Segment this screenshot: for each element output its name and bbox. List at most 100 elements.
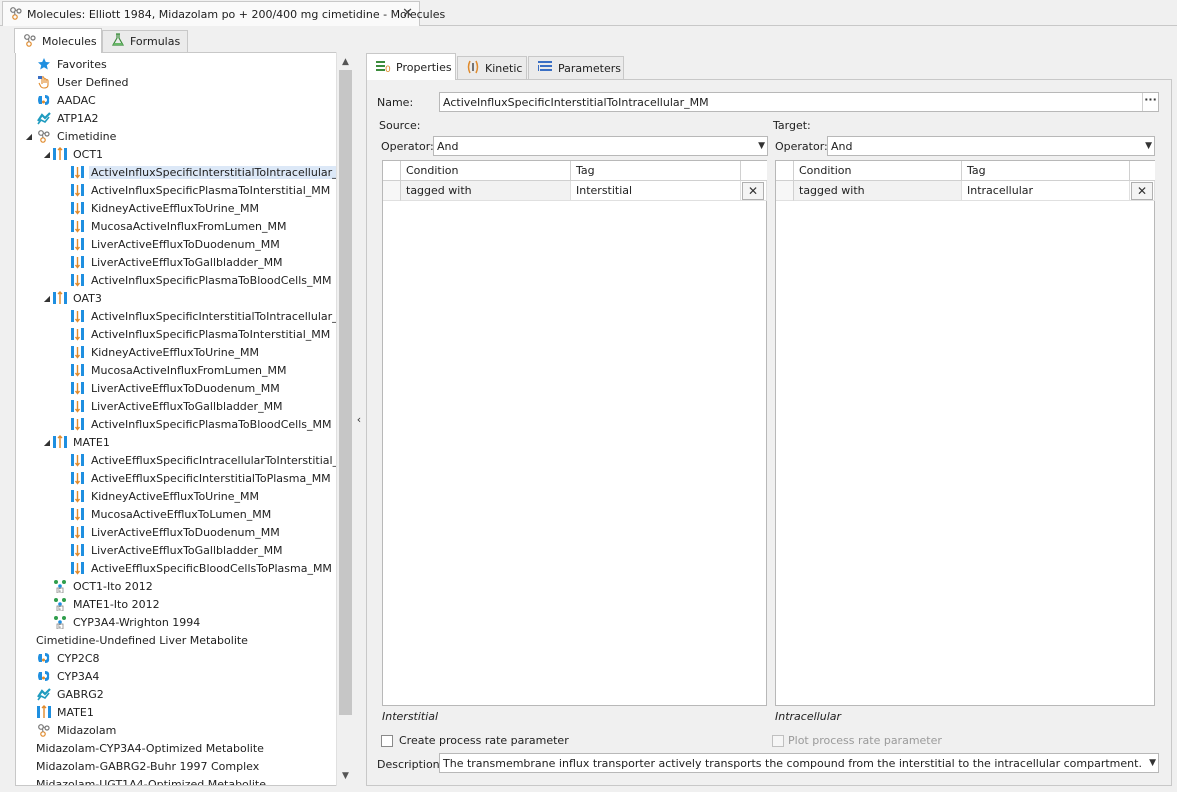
tree-item[interactable]: MATE1 xyxy=(36,703,96,721)
tree-item[interactable]: CYP3A4 xyxy=(36,667,101,685)
tree-item[interactable]: MucosaActiveEffluxToLumen_MM xyxy=(70,505,273,523)
description-field[interactable]: The transmembrane influx transporter act… xyxy=(439,753,1159,773)
tree-item[interactable]: LiverActiveEffluxToDuodenum_MM xyxy=(70,235,282,253)
condition-cell[interactable]: tagged with xyxy=(401,181,571,201)
target-operator-select[interactable]: And ▼ xyxy=(827,136,1155,156)
tab-label: Molecules xyxy=(42,34,97,48)
expand-toggle-icon[interactable]: ◢ xyxy=(24,132,34,141)
tree-item[interactable]: Midazolam-UGT1A4-Optimized Metabolite xyxy=(34,775,268,786)
tree-item[interactable]: LiverActiveEffluxToGallbladder_MM xyxy=(70,541,285,559)
tree-item[interactable]: KidneyActiveEffluxToUrine_MM xyxy=(70,343,261,361)
tree-item[interactable]: ATP1A2 xyxy=(36,109,101,127)
tree-item[interactable]: Midazolam xyxy=(36,721,118,739)
tree-item-label: MATE1 xyxy=(73,435,110,449)
document-tab[interactable]: Molecules: Elliott 1984, Midazolam po + … xyxy=(2,1,445,26)
condition-cell[interactable]: tagged with xyxy=(794,181,962,201)
column-header-condition[interactable]: Condition xyxy=(794,161,962,181)
source-heading: Source: xyxy=(379,119,421,132)
tab-parameters[interactable]: Parameters xyxy=(528,56,624,79)
tab-properties[interactable]: 0 Properties xyxy=(366,53,456,80)
parameters-icon xyxy=(537,60,553,77)
tab-molecules[interactable]: Molecules xyxy=(14,28,102,53)
tree-item[interactable]: MucosaActiveInfluxFromLumen_MM xyxy=(70,361,288,379)
tree-item-label: KidneyActiveEffluxToUrine_MM xyxy=(91,489,260,503)
scrollbar-thumb[interactable] xyxy=(339,70,352,715)
tree-item[interactable]: LiverActiveEffluxToGallbladder_MM xyxy=(70,397,285,415)
tag-cell[interactable]: Intracellular xyxy=(962,181,1130,201)
transporter-process-icon xyxy=(70,398,86,414)
tree-item[interactable]: MucosaActiveInfluxFromLumen_MM xyxy=(70,217,288,235)
tree-item[interactable]: LiverActiveEffluxToDuodenum_MM xyxy=(70,523,282,541)
column-header-tag[interactable]: Tag xyxy=(962,161,1130,181)
scroll-up-icon[interactable]: ▲ xyxy=(337,54,354,70)
name-edit-button[interactable]: ··· xyxy=(1142,93,1158,111)
tree-item-label: LiverActiveEffluxToDuodenum_MM xyxy=(91,237,280,251)
collapse-left-icon[interactable]: ‹ xyxy=(357,413,361,426)
chevron-down-icon[interactable]: ▼ xyxy=(1145,141,1152,151)
tree-item[interactable]: KidneyActiveEffluxToUrine_MM xyxy=(70,199,261,217)
tree-item[interactable]: LiverActiveEffluxToDuodenum_MM xyxy=(70,379,282,397)
source-operator-select[interactable]: And ▼ xyxy=(433,136,768,156)
tree-item[interactable]: LiverActiveEffluxToGallbladder_MM xyxy=(70,253,285,271)
tree-item[interactable]: ◢ OAT3 xyxy=(42,289,104,307)
chevron-down-icon[interactable]: ▼ xyxy=(1149,758,1156,768)
molecule-tree: Favorites User Defined AADAC ATP1A2 ◢ Cimetid… xyxy=(15,52,353,786)
tree-item-label: KidneyActiveEffluxToUrine_MM xyxy=(91,201,260,215)
tree-item-label: LiverActiveEffluxToGallbladder_MM xyxy=(91,399,283,413)
tree-item[interactable]: KidneyActiveEffluxToUrine_MM xyxy=(70,487,261,505)
inhibition-process-icon: E xyxy=(52,596,68,612)
tree-item[interactable]: ActiveInfluxSpecificInterstitialToIntrac… xyxy=(70,307,352,325)
tree-item[interactable]: ActiveInfluxSpecificPlasmaToBloodCells_M… xyxy=(70,415,333,433)
tree-item[interactable]: AADAC xyxy=(36,91,98,109)
expand-toggle-icon[interactable]: ◢ xyxy=(42,294,52,303)
tree-item[interactable]: E MATE1-Ito 2012 xyxy=(42,595,162,613)
tree-item[interactable]: E OCT1-Ito 2012 xyxy=(42,577,155,595)
column-header-condition[interactable]: Condition xyxy=(401,161,571,181)
tree-item[interactable]: ActiveEffluxSpecificBloodCellsToPlasma_M… xyxy=(70,559,334,577)
tree-item[interactable]: ◢ Cimetidine xyxy=(26,127,118,145)
tree-item-label: MucosaActiveInfluxFromLumen_MM xyxy=(91,219,287,233)
tree-item[interactable]: Cimetidine-Undefined Liver Metabolite xyxy=(34,631,250,649)
transporter-process-icon xyxy=(70,470,86,486)
tree-item[interactable]: ActiveEffluxSpecificInterstitialToPlasma… xyxy=(70,469,333,487)
tree-item-label: MucosaActiveInfluxFromLumen_MM xyxy=(91,363,287,377)
tree-item[interactable]: ActiveInfluxSpecificPlasmaToBloodCells_M… xyxy=(70,271,333,289)
delete-row-icon[interactable]: ✕ xyxy=(742,182,764,200)
column-header-tag[interactable]: Tag xyxy=(571,161,741,181)
tree-item[interactable]: CYP2C8 xyxy=(36,649,102,667)
tree-item[interactable]: User Defined xyxy=(36,73,130,91)
close-icon[interactable]: ✕ xyxy=(402,6,413,21)
tree-item[interactable]: ActiveInfluxSpecificPlasmaToInterstitial… xyxy=(70,325,332,343)
transporter-process-icon xyxy=(70,560,86,576)
tree-item-label: LiverActiveEffluxToDuodenum_MM xyxy=(91,525,280,539)
create-rate-param-option[interactable]: Create process rate parameter xyxy=(381,734,569,747)
transporter-process-icon xyxy=(70,452,86,468)
tree-item[interactable]: ActiveInfluxSpecificPlasmaToInterstitial… xyxy=(70,181,332,199)
delete-row-icon[interactable]: ✕ xyxy=(1131,182,1153,200)
tree-item[interactable]: GABRG2 xyxy=(36,685,106,703)
tree-item[interactable]: ActiveEffluxSpecificIntracellularToInter… xyxy=(70,451,352,469)
tree-item[interactable]: ActiveInfluxSpecificInterstitialToIntrac… xyxy=(70,163,352,181)
tab-formulas[interactable]: Formulas xyxy=(102,30,188,52)
tree-item[interactable]: Favorites xyxy=(36,55,109,73)
chevron-down-icon[interactable]: ▼ xyxy=(758,141,765,151)
panel-splitter[interactable]: ‹ xyxy=(353,52,365,786)
tag-cell[interactable]: Interstitial xyxy=(571,181,741,201)
tree-item-label: Favorites xyxy=(57,57,107,71)
tree-item[interactable]: Midazolam-CYP3A4-Optimized Metabolite xyxy=(34,739,266,757)
expand-toggle-icon[interactable]: ◢ xyxy=(42,150,52,159)
expand-toggle-icon[interactable]: ◢ xyxy=(42,438,52,447)
tree-item[interactable]: ◢ MATE1 xyxy=(42,433,112,451)
tab-kinetic[interactable]: Kinetic xyxy=(457,56,527,79)
tree-item[interactable]: ◢ OCT1 xyxy=(42,145,105,163)
tree-scrollbar[interactable]: ▲ ▼ xyxy=(336,52,353,786)
tree-item[interactable]: E CYP3A4-Wrighton 1994 xyxy=(42,613,202,631)
tree-item[interactable]: Midazolam-GABRG2-Buhr 1997 Complex xyxy=(34,757,261,775)
tree-item-label: CYP3A4 xyxy=(57,669,100,683)
row-selector[interactable] xyxy=(383,181,401,201)
row-selector[interactable] xyxy=(776,181,794,201)
tree-item-label: Midazolam xyxy=(57,723,117,737)
scroll-down-icon[interactable]: ▼ xyxy=(337,768,354,784)
name-field[interactable]: ActiveInfluxSpecificInterstitialToIntrac… xyxy=(439,92,1159,112)
create-rate-param-checkbox[interactable] xyxy=(381,734,393,747)
